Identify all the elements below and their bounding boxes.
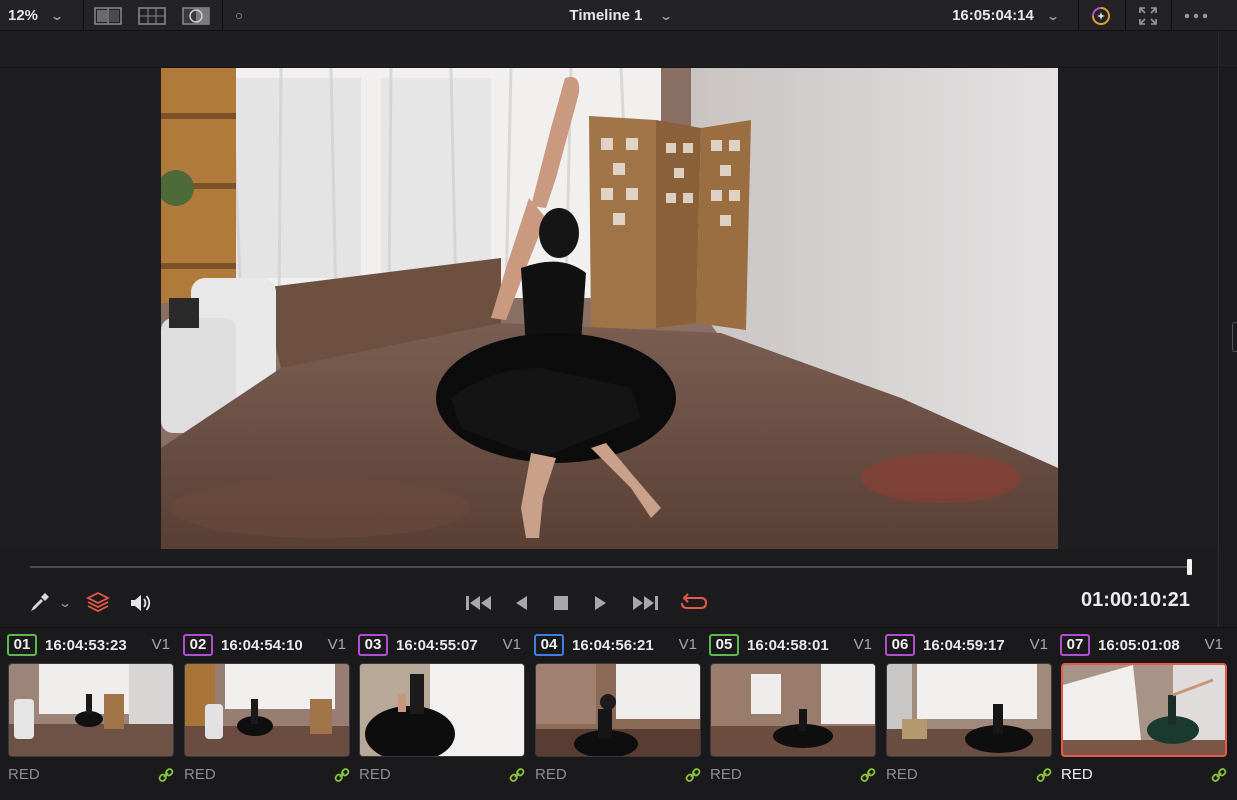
clip-thumbnail-selected[interactable]: 07 16:05:01:08 V1 RED <box>1053 628 1227 800</box>
loop-icon[interactable] <box>677 589 711 617</box>
volume-icon[interactable] <box>127 590 155 616</box>
clip-number-badge: 05 <box>709 634 739 656</box>
color-magic-icon[interactable] <box>1086 0 1116 31</box>
clip-number-badge: 02 <box>183 634 213 656</box>
clip-codec: RED <box>359 766 391 783</box>
playhead[interactable] <box>1187 559 1192 575</box>
timeline-scrubber[interactable] <box>30 566 1190 568</box>
link-icon <box>509 767 525 788</box>
link-icon <box>860 767 876 788</box>
split-screen-icon[interactable] <box>92 0 124 31</box>
link-icon <box>1211 767 1227 788</box>
clip-thumbnail[interactable]: 01 16:04:53:23 V1 RED <box>0 628 174 800</box>
zoom-dropdown[interactable]: 12% ⌄ <box>8 0 78 31</box>
clip-codec: RED <box>710 766 742 783</box>
panel-resize-handle[interactable] <box>1232 322 1237 352</box>
clip-thumbnail[interactable]: 05 16:04:58:01 V1 RED <box>702 628 876 800</box>
clip-image <box>8 663 174 757</box>
divider <box>1171 0 1172 31</box>
source-timecode-dropdown[interactable]: 16:05:04:14 ⌄ <box>940 0 1070 31</box>
clip-number-badge: 06 <box>885 634 915 656</box>
clip-thumbnail[interactable]: 04 16:04:56:21 V1 RED <box>527 628 701 800</box>
clip-number-badge: 03 <box>358 634 388 656</box>
clip-thumbnail[interactable]: 02 16:04:54:10 V1 RED <box>176 628 350 800</box>
link-icon <box>685 767 701 788</box>
layers-icon[interactable] <box>84 588 112 616</box>
record-timecode: 01:00:10:21 <box>1081 589 1190 611</box>
clip-image <box>1061 663 1227 757</box>
clip-codec: RED <box>184 766 216 783</box>
chevron-down-icon: ⌄ <box>1045 8 1060 23</box>
chevron-down-icon: ⌄ <box>658 8 673 23</box>
clip-number-badge: 01 <box>7 634 37 656</box>
clip-timecode: 16:05:01:08 <box>1098 636 1180 654</box>
clip-timecode: 16:04:55:07 <box>396 636 478 654</box>
fullscreen-icon[interactable] <box>1134 0 1162 31</box>
clip-number-badge: 07 <box>1060 634 1090 656</box>
clip-image <box>184 663 350 757</box>
play-icon[interactable] <box>588 590 614 616</box>
clip-thumbnail-strip: 01 16:04:53:23 V1 RED 02 16:04:54:10 V1 … <box>0 627 1237 800</box>
clip-track: V1 <box>678 636 697 653</box>
clip-timecode: 16:04:54:10 <box>221 636 303 654</box>
clip-number-badge: 04 <box>534 634 564 656</box>
skip-to-end-icon[interactable] <box>628 590 662 616</box>
link-icon <box>334 767 350 788</box>
clip-thumbnail[interactable]: 06 16:04:59:17 V1 RED <box>878 628 1052 800</box>
divider <box>83 0 84 31</box>
skip-to-start-icon[interactable] <box>462 590 496 616</box>
clip-track: V1 <box>1029 636 1048 653</box>
clip-track: V1 <box>502 636 521 653</box>
eyedropper-icon[interactable] <box>26 590 52 616</box>
clip-codec: RED <box>1061 766 1093 783</box>
clip-timecode: 16:04:59:17 <box>923 636 1005 654</box>
wipe-icon[interactable] <box>180 0 212 31</box>
link-icon <box>1036 767 1052 788</box>
chevron-down-icon[interactable]: ⌄ <box>57 594 73 612</box>
timeline-title: Timeline 1 <box>569 7 643 24</box>
grid-view-icon[interactable] <box>136 0 168 31</box>
clip-timecode: 16:04:56:21 <box>572 636 654 654</box>
video-frame[interactable] <box>161 68 1058 549</box>
more-options-icon[interactable] <box>1180 0 1212 31</box>
viewer-toolbar: 12% ⌄ Timeline 1 ⌄ 16:05:04:14 ⌄ <box>0 0 1237 31</box>
clip-codec: RED <box>8 766 40 783</box>
panel-divider <box>1218 31 1219 631</box>
clip-codec: RED <box>886 766 918 783</box>
clip-image <box>535 663 701 757</box>
step-back-icon[interactable] <box>508 590 534 616</box>
clip-timecode: 16:04:58:01 <box>747 636 829 654</box>
clip-track: V1 <box>853 636 872 653</box>
clip-codec: RED <box>535 766 567 783</box>
highlight-toggle-icon[interactable] <box>232 0 246 31</box>
viewer-header-strip <box>0 31 1237 68</box>
link-icon <box>158 767 174 788</box>
clip-track: V1 <box>327 636 346 653</box>
clip-track: V1 <box>1204 636 1223 653</box>
source-timecode: 16:05:04:14 <box>952 7 1034 24</box>
stop-icon[interactable] <box>548 590 574 616</box>
clip-image <box>886 663 1052 757</box>
divider <box>1125 0 1126 31</box>
clip-track: V1 <box>151 636 170 653</box>
chevron-down-icon: ⌄ <box>50 8 65 23</box>
clip-image <box>359 663 525 757</box>
divider <box>222 0 223 31</box>
clip-timecode: 16:04:53:23 <box>45 636 127 654</box>
clip-thumbnail[interactable]: 03 16:04:55:07 V1 RED <box>351 628 525 800</box>
clip-image <box>710 663 876 757</box>
timeline-selector[interactable]: Timeline 1 ⌄ <box>520 0 720 31</box>
divider <box>1078 0 1079 31</box>
zoom-level: 12% <box>8 7 39 24</box>
